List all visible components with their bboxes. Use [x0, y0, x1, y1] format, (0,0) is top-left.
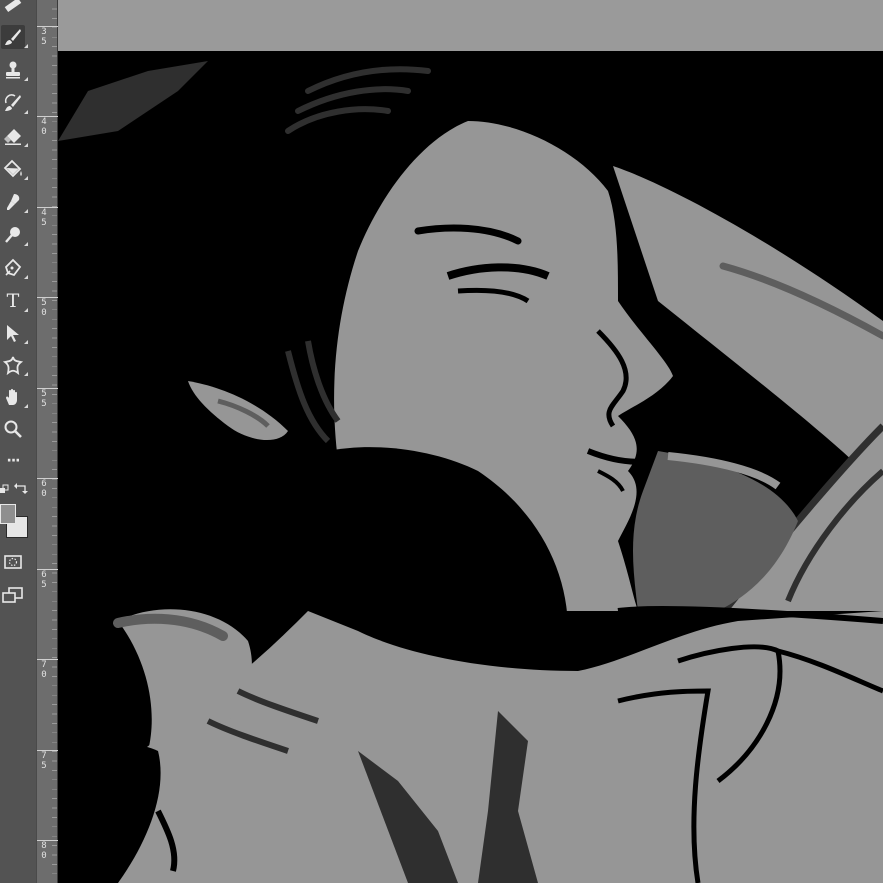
path-selection-icon: [3, 323, 23, 343]
pen-tool[interactable]: [1, 256, 28, 280]
ruler-label: 4 0: [41, 117, 47, 137]
ruler-label: 3 5: [41, 27, 47, 47]
zoom-icon: [3, 419, 23, 439]
vertical-ruler[interactable]: 3 5 4 0 4 5 5 0 5 5 6 0 6 5 7 0 7 5 8 0: [36, 0, 58, 883]
ruler-label: 4 5: [41, 208, 47, 228]
clone-stamp-tool[interactable]: [1, 58, 28, 82]
smudge-tool[interactable]: [1, 190, 28, 214]
history-brush-tool[interactable]: [1, 91, 28, 115]
screen-mode-button[interactable]: [1, 583, 25, 607]
clone-stamp-icon: [3, 60, 23, 80]
pen-icon: [3, 258, 23, 278]
hand-tool[interactable]: [1, 385, 28, 409]
pasteboard[interactable]: [58, 0, 883, 51]
edit-toolbar-button[interactable]: ···: [1, 449, 25, 473]
ruler-label: 5 5: [41, 389, 47, 409]
zoom-tool[interactable]: [1, 417, 25, 441]
ruler-tool[interactable]: [1, 0, 25, 18]
type-icon: T: [6, 290, 20, 312]
paint-bucket-icon: [3, 159, 23, 179]
ruler-label: 7 5: [41, 751, 47, 771]
path-selection-tool[interactable]: [1, 321, 28, 345]
hand-icon: [3, 387, 23, 407]
dodge-icon: [3, 225, 23, 245]
screen-mode-icon: [2, 586, 24, 604]
ruler-label: 7 0: [41, 660, 47, 680]
tools-panel: T ···: [0, 0, 36, 883]
dodge-tool[interactable]: [1, 223, 28, 247]
document-canvas[interactable]: [58, 51, 883, 883]
ruler-label: 5 0: [41, 298, 47, 318]
smudge-icon: [3, 192, 23, 212]
eraser-icon: [3, 126, 23, 146]
history-brush-icon: [3, 93, 23, 113]
default-colors-icon[interactable]: [0, 484, 10, 494]
custom-shape-icon: [3, 355, 23, 375]
artwork: [58, 51, 883, 883]
more-tools-icon: ···: [6, 453, 21, 469]
foreground-color-swatch[interactable]: [0, 504, 16, 524]
paint-bucket-tool[interactable]: [1, 157, 28, 181]
ruler-label: 6 5: [41, 570, 47, 590]
brush-icon: [3, 27, 23, 47]
ruler-icon: [3, 0, 23, 16]
quick-mask-icon: [3, 554, 23, 570]
custom-shape-tool[interactable]: [1, 353, 28, 377]
eraser-tool[interactable]: [1, 124, 28, 148]
ruler-label: 6 0: [41, 479, 47, 499]
quick-mask-button[interactable]: [1, 550, 25, 574]
ruler-label: 8 0: [41, 841, 47, 861]
swap-colors-icon[interactable]: [14, 482, 28, 494]
type-tool[interactable]: T: [1, 289, 28, 313]
brush-tool[interactable]: [1, 25, 28, 49]
